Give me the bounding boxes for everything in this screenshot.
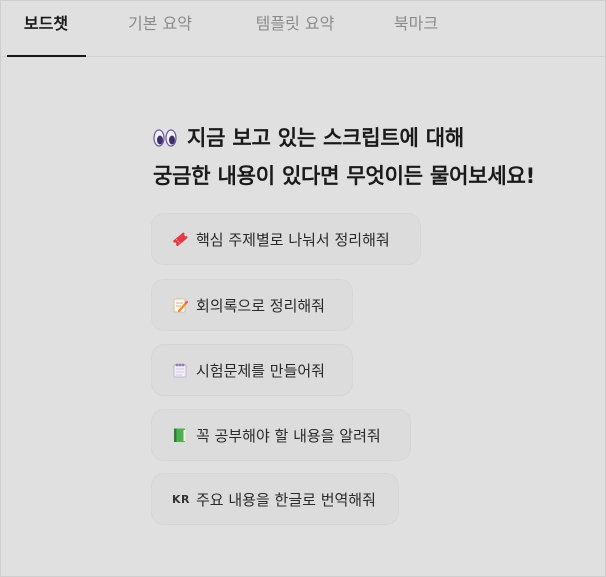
suggestion-meeting-minutes[interactable]: 회의록으로 정리해줘 (152, 280, 352, 330)
chat-intro: 지금 보고 있는 스크립트에 대해 궁금한 내용이 있다면 무엇이든 물어보세요… (153, 119, 535, 195)
suggestion-label: 주요 내용을 한글로 번역해줘 (196, 490, 376, 509)
suggestion-label: 시험문제를 만들어줘 (196, 361, 325, 380)
chat-panel: 보드챗 기본 요약 템플릿 요약 북마크 지금 보고 있는 스크립트에 대해 궁… (0, 0, 606, 577)
suggestion-exam-questions[interactable]: 시험문제를 만들어줘 (152, 345, 352, 395)
ticket-icon (173, 232, 188, 247)
tab-template-summary[interactable]: 템플릿 요약 (240, 2, 350, 56)
spiral-notepad-icon (173, 363, 187, 378)
chat-intro-text-2: 궁금한 내용이 있다면 무엇이든 물어보세요! (153, 164, 535, 188)
tab-basic-summary[interactable]: 기본 요약 (110, 2, 210, 56)
memo-icon (173, 298, 188, 313)
green-book-icon (174, 428, 186, 442)
kr-letters-icon: KR (172, 492, 190, 506)
suggestion-key-study-points[interactable]: 꼭 공부해야 할 내용을 알려줘 (152, 410, 410, 460)
suggestion-label: 핵심 주제별로 나눠서 정리해줘 (196, 230, 390, 249)
suggestion-translate-korean[interactable]: KR 주요 내용을 한글로 번역해줘 (152, 474, 398, 524)
tab-boardchat[interactable]: 보드챗 (6, 2, 86, 56)
tab-bookmarks[interactable]: 북마크 (376, 2, 456, 56)
chat-intro-text-1: 지금 보고 있는 스크립트에 대해 (187, 126, 465, 150)
active-tab-indicator (7, 55, 86, 57)
suggestion-topic-summary[interactable]: 핵심 주제별로 나눠서 정리해줘 (152, 214, 420, 264)
chat-intro-line1: 지금 보고 있는 스크립트에 대해 (153, 119, 535, 157)
suggestion-label: 꼭 공부해야 할 내용을 알려줘 (196, 426, 381, 445)
eyes-icon (153, 129, 177, 147)
suggestion-label: 회의록으로 정리해줘 (196, 296, 325, 315)
tab-bar: 보드챗 기본 요약 템플릿 요약 북마크 (2, 2, 606, 57)
